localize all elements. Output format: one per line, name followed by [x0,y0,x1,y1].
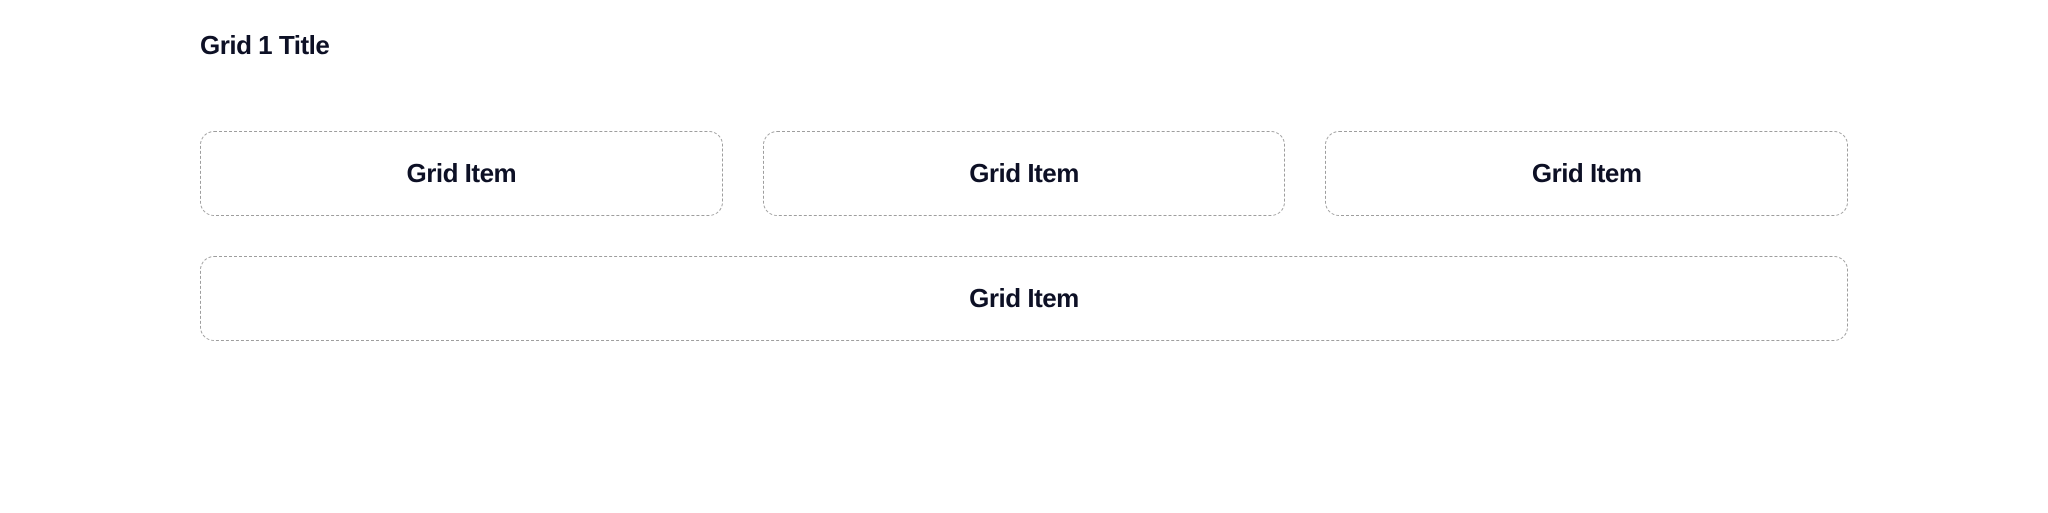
grid-item: Grid Item [1325,131,1848,216]
grid-item: Grid Item [200,256,1848,341]
grid-item-label: Grid Item [969,158,1079,189]
grid-item-label: Grid Item [969,283,1079,314]
grid-row-1: Grid Item Grid Item Grid Item [200,131,1848,216]
grid-item: Grid Item [200,131,723,216]
grid-title: Grid 1 Title [200,30,1848,61]
grid-item-label: Grid Item [1532,158,1642,189]
grid-item-label: Grid Item [407,158,517,189]
grid-row-2: Grid Item [200,256,1848,341]
grid-item: Grid Item [763,131,1286,216]
